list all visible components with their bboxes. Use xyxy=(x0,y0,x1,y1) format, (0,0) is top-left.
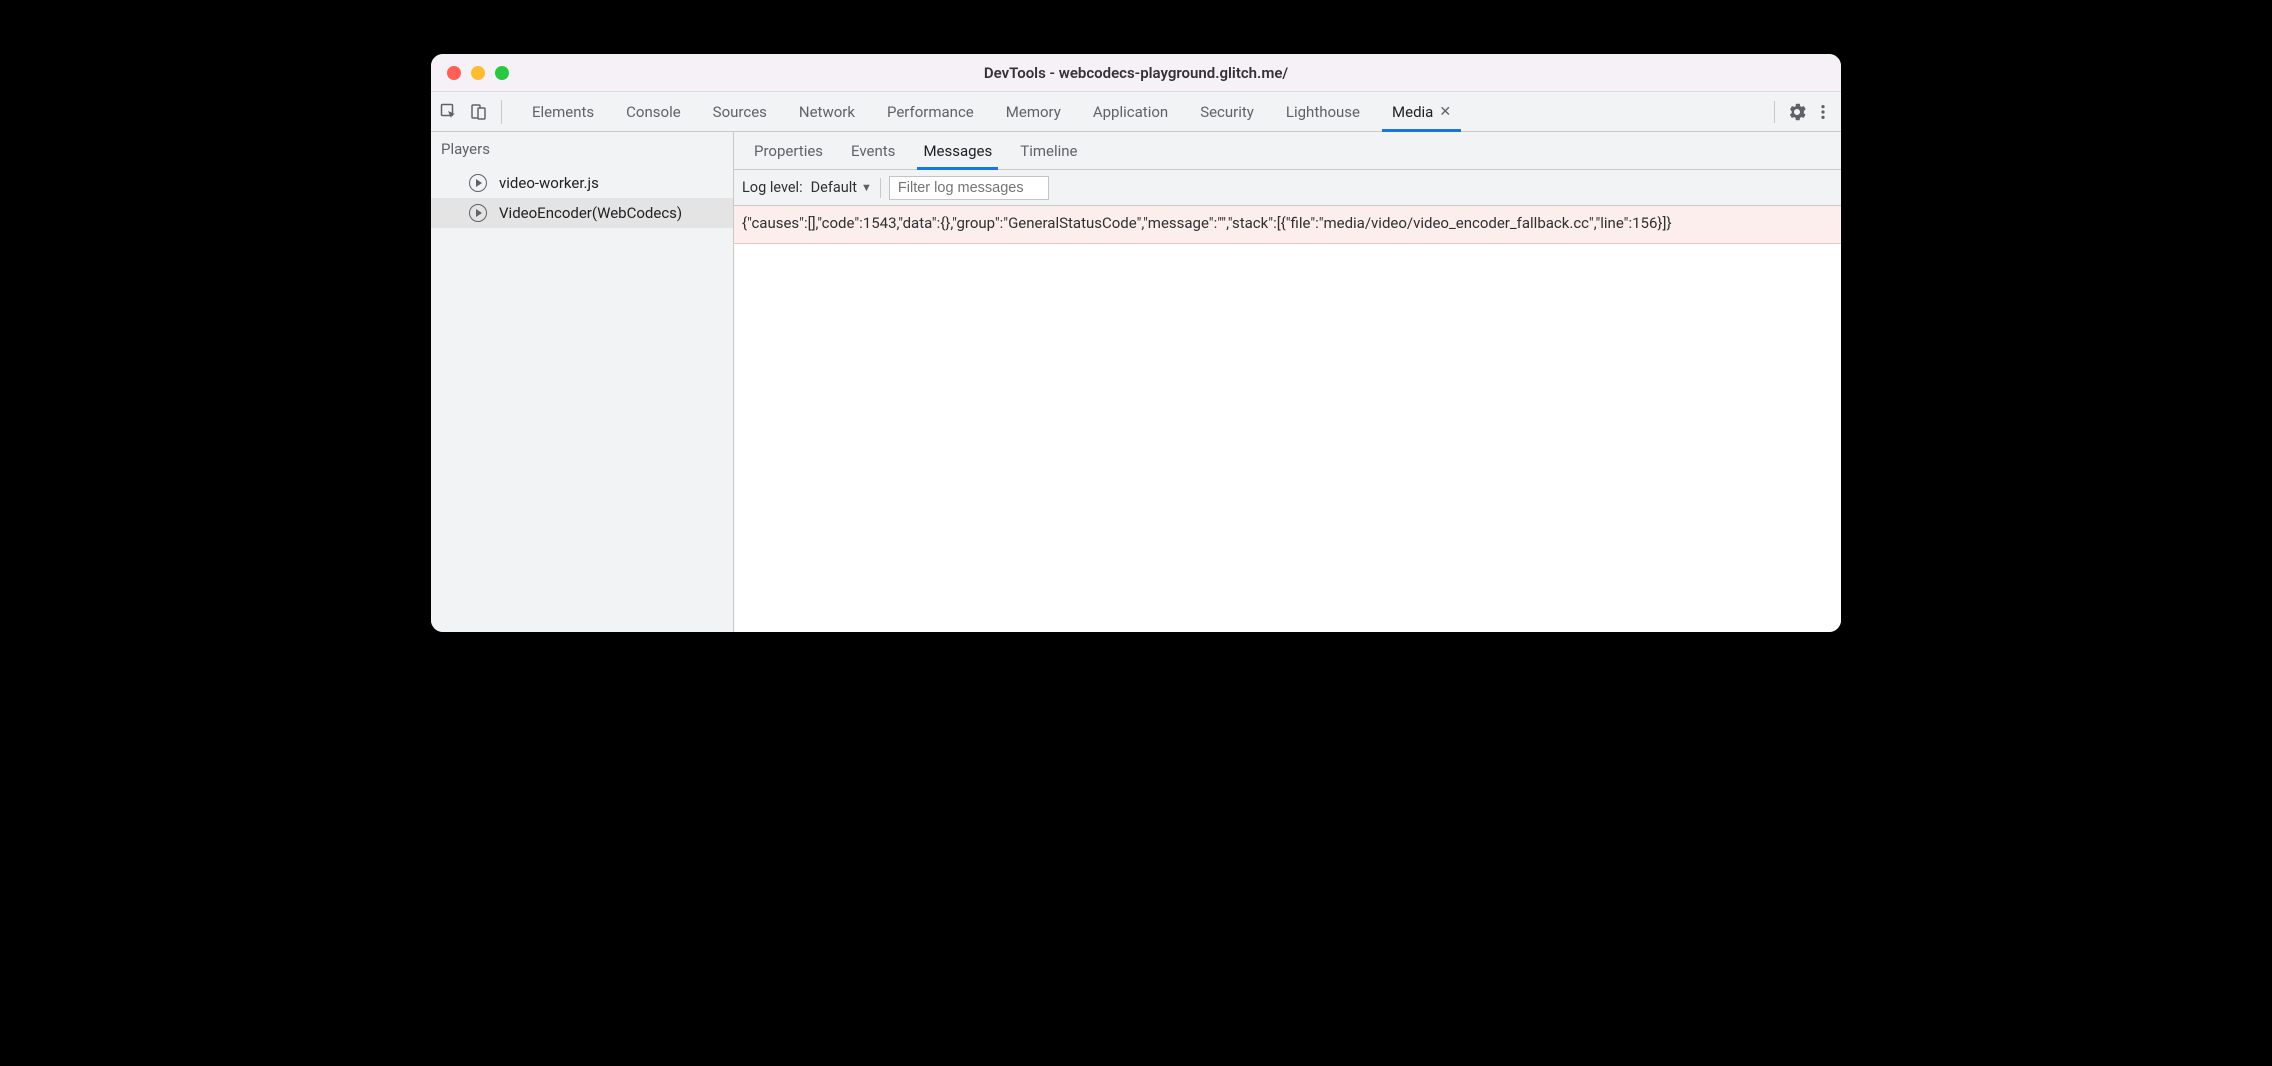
subtab-messages[interactable]: Messages xyxy=(909,132,1006,169)
gear-icon xyxy=(1788,103,1806,121)
close-icon[interactable]: ✕ xyxy=(1439,104,1451,120)
log-level-value: Default xyxy=(811,179,857,196)
subtab-label: Events xyxy=(851,142,895,160)
kebab-icon xyxy=(1814,103,1832,121)
tab-network[interactable]: Network xyxy=(783,92,871,131)
play-icon xyxy=(469,174,487,192)
window-maximize-button[interactable] xyxy=(495,66,509,80)
tab-console[interactable]: Console xyxy=(610,92,697,131)
tab-label: Memory xyxy=(1006,103,1061,121)
tab-label: Application xyxy=(1093,103,1168,121)
tab-memory[interactable]: Memory xyxy=(990,92,1077,131)
tab-label: Performance xyxy=(887,103,974,121)
media-subtabs: Properties Events Messages Timeline xyxy=(734,132,1841,170)
log-level-select[interactable]: Default ▼ xyxy=(811,179,872,196)
tab-label: Console xyxy=(626,103,681,121)
window-title: DevTools - webcodecs-playground.glitch.m… xyxy=(431,64,1841,82)
main-tabs: Elements Console Sources Network Perform… xyxy=(516,92,1467,131)
player-label: video-worker.js xyxy=(499,174,599,192)
more-button[interactable] xyxy=(1813,102,1833,122)
chevron-down-icon: ▼ xyxy=(861,181,872,194)
filter-log-input[interactable] xyxy=(889,176,1049,200)
inspect-element-icon[interactable] xyxy=(439,102,459,122)
tab-label: Lighthouse xyxy=(1286,103,1360,121)
player-item[interactable]: video-worker.js xyxy=(431,168,733,198)
panel-body: Players video-worker.js VideoEncoder(Web… xyxy=(431,132,1841,632)
log-messages-area: {"causes":[],"code":1543,"data":{},"grou… xyxy=(734,206,1841,632)
filter-bar: Log level: Default ▼ xyxy=(734,170,1841,206)
device-toolbar-icon[interactable] xyxy=(469,102,489,122)
toolbar-right-group xyxy=(1756,100,1833,124)
toolbar-left-group xyxy=(439,100,502,124)
log-level-label: Log level: xyxy=(742,179,803,196)
content-area: Properties Events Messages Timeline Log … xyxy=(734,132,1841,632)
tab-label: Sources xyxy=(713,103,767,121)
tab-label: Media xyxy=(1392,103,1433,121)
subtab-timeline[interactable]: Timeline xyxy=(1006,132,1091,169)
tab-label: Network xyxy=(799,103,855,121)
tab-sources[interactable]: Sources xyxy=(697,92,783,131)
tab-media[interactable]: Media ✕ xyxy=(1376,92,1467,131)
window-minimize-button[interactable] xyxy=(471,66,485,80)
tab-security[interactable]: Security xyxy=(1184,92,1270,131)
titlebar: DevTools - webcodecs-playground.glitch.m… xyxy=(431,54,1841,92)
sidebar-title: Players xyxy=(431,132,733,168)
players-sidebar: Players video-worker.js VideoEncoder(Web… xyxy=(431,132,734,632)
tab-elements[interactable]: Elements xyxy=(516,92,610,131)
subtab-label: Properties xyxy=(754,142,823,160)
player-item[interactable]: VideoEncoder(WebCodecs) xyxy=(431,198,733,228)
play-icon xyxy=(469,204,487,222)
log-message-row[interactable]: {"causes":[],"code":1543,"data":{},"grou… xyxy=(734,206,1841,244)
player-label: VideoEncoder(WebCodecs) xyxy=(499,204,682,222)
tab-performance[interactable]: Performance xyxy=(871,92,990,131)
divider xyxy=(1774,101,1775,123)
log-message-text: {"causes":[],"code":1543,"data":{},"grou… xyxy=(742,214,1672,232)
subtab-properties[interactable]: Properties xyxy=(740,132,837,169)
subtab-label: Timeline xyxy=(1020,142,1077,160)
settings-button[interactable] xyxy=(1787,102,1807,122)
traffic-lights xyxy=(431,66,509,80)
devtools-window: DevTools - webcodecs-playground.glitch.m… xyxy=(431,54,1841,632)
tab-label: Elements xyxy=(532,103,594,121)
tab-label: Security xyxy=(1200,103,1254,121)
tab-lighthouse[interactable]: Lighthouse xyxy=(1270,92,1376,131)
tab-application[interactable]: Application xyxy=(1077,92,1184,131)
subtab-label: Messages xyxy=(923,142,992,160)
main-toolbar: Elements Console Sources Network Perform… xyxy=(431,92,1841,132)
divider xyxy=(880,178,881,198)
window-close-button[interactable] xyxy=(447,66,461,80)
subtab-events[interactable]: Events xyxy=(837,132,909,169)
